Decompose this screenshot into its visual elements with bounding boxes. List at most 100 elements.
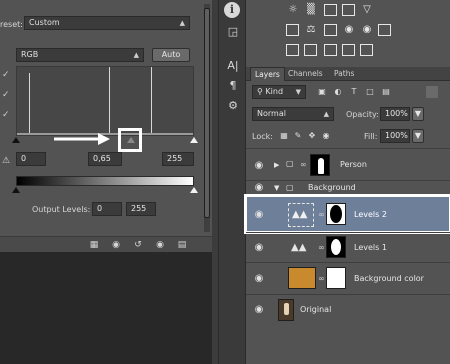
preset-select[interactable]: Custom ▲︎	[24, 16, 190, 30]
clip-to-layer-icon[interactable]: ▦	[88, 239, 100, 251]
link-icon: ∞	[318, 274, 325, 283]
folder-icon: ▢	[286, 183, 294, 192]
visibility-icon[interactable]: ◉	[154, 239, 166, 251]
photo-filter-icon[interactable]: ◉	[342, 24, 356, 36]
fill-dropdown[interactable]: ▼	[412, 129, 424, 143]
white-eyedropper-icon[interactable]: ✓	[2, 110, 10, 120]
image-thumbnail[interactable]	[278, 299, 294, 321]
visibility-eye-icon[interactable]: ◉	[252, 305, 266, 315]
callout-highlight-box	[118, 128, 142, 152]
input-black-slider[interactable]	[12, 137, 20, 143]
lock-position-icon[interactable]: ✥	[306, 130, 318, 142]
fill-color-thumbnail[interactable]	[288, 267, 316, 289]
visibility-eye-icon[interactable]: ◉	[252, 274, 266, 284]
layer-mask-thumbnail[interactable]	[326, 236, 346, 258]
clip-warning-icon: ⚠	[2, 156, 11, 166]
opacity-label: Opacity:	[346, 110, 379, 119]
layer-mask-thumbnail[interactable]	[326, 267, 346, 289]
reset-icon[interactable]: ↺	[132, 239, 144, 251]
black-white-icon[interactable]	[324, 24, 337, 36]
levels-adjustment-thumbnail[interactable]: ▲▲	[288, 237, 314, 259]
opacity-field[interactable]: 100%	[380, 107, 410, 121]
color-balance-icon[interactable]: ⚖	[304, 24, 318, 36]
paragraph-icon[interactable]: ¶	[224, 78, 242, 94]
visibility-eye-icon[interactable]: ◉	[252, 161, 266, 171]
visibility-eye-icon[interactable]: ◉	[252, 210, 266, 220]
mask-shape	[330, 205, 342, 223]
visibility-eye-icon[interactable]: ◉	[252, 183, 266, 193]
filter-kind-select[interactable]: ⚲ Kind ▼	[252, 85, 306, 99]
view-previous-icon[interactable]: ◉	[110, 239, 122, 251]
input-black-field[interactable]: 0	[16, 152, 46, 166]
folder-icon: ▢	[286, 159, 294, 168]
channel-select[interactable]: RGB ▲︎	[16, 48, 144, 62]
tool-presets-icon[interactable]: ⚙	[224, 98, 242, 114]
threshold-icon[interactable]	[324, 44, 337, 56]
exposure-icon[interactable]	[342, 4, 355, 16]
layer-name: Person	[340, 160, 367, 169]
black-eyedropper-icon[interactable]: ✓	[2, 70, 10, 80]
levels-adjustment-thumbnail[interactable]: ▲▲	[288, 203, 314, 227]
layer-row-original[interactable]: ◉ Original	[246, 294, 450, 324]
properties-scrollbar[interactable]	[204, 4, 210, 232]
canvas-area	[0, 252, 212, 364]
fill-field[interactable]: 100%	[380, 129, 410, 143]
expand-arrow-icon[interactable]: ▶	[274, 160, 279, 170]
scrollbar-thumb[interactable]	[204, 8, 210, 218]
blend-mode-select[interactable]: Normal ▲	[252, 107, 334, 121]
link-icon: ∞	[318, 210, 325, 219]
auto-button[interactable]: Auto	[152, 48, 190, 62]
layer-mask-thumbnail[interactable]	[310, 154, 330, 176]
input-white-field[interactable]: 255	[162, 152, 194, 166]
color-lookup-icon[interactable]	[378, 24, 391, 36]
input-gamma-field[interactable]: 0,65	[88, 152, 122, 166]
tab-channels[interactable]: Channels	[284, 67, 327, 81]
filter-smart-object-icon[interactable]: ▤	[380, 86, 392, 98]
posterize-icon[interactable]	[304, 44, 317, 56]
link-icon: ∞	[318, 243, 325, 252]
collapse-arrow-icon[interactable]: ▼	[274, 183, 279, 193]
layer-row-levels-2[interactable]: ◉ ▲▲ ∞ Levels 2	[244, 194, 450, 234]
filter-type-icon[interactable]: T	[348, 86, 360, 98]
trash-icon[interactable]: ▤	[176, 239, 188, 251]
gradient-map-icon[interactable]	[342, 44, 355, 56]
output-white-slider[interactable]	[190, 187, 198, 193]
tab-layers[interactable]: Layers	[250, 67, 285, 81]
levels-icon[interactable]: ▒	[304, 4, 318, 16]
selective-color-icon[interactable]	[360, 44, 373, 56]
opacity-dropdown[interactable]: ▼	[412, 107, 424, 121]
filter-toggle[interactable]	[426, 86, 438, 98]
layer-row-levels-1[interactable]: ◉ ▲▲ ∞ Levels 1	[246, 232, 450, 262]
output-black-slider[interactable]	[12, 187, 20, 193]
hue-saturation-icon[interactable]	[286, 24, 299, 36]
input-white-slider[interactable]	[190, 137, 198, 143]
properties-footer: ▦ ◉ ↺ ◉ ▤	[0, 236, 212, 252]
filter-pixel-icon[interactable]: ▣	[316, 86, 328, 98]
filter-kind-value: Kind	[265, 87, 284, 96]
curves-icon[interactable]	[324, 4, 337, 16]
visibility-eye-icon[interactable]: ◉	[252, 243, 266, 253]
filter-adjustment-icon[interactable]: ◐	[332, 86, 344, 98]
preset-value: Custom	[29, 18, 60, 27]
layer-row-person[interactable]: ◉ ▶ ▢ ∞ Person	[246, 148, 450, 180]
filter-shape-icon[interactable]: □	[364, 86, 376, 98]
character-icon[interactable]: A|	[224, 58, 242, 74]
lock-all-icon[interactable]: ◉	[320, 130, 332, 142]
lock-transparency-icon[interactable]: ▦	[278, 130, 290, 142]
histogram-spike	[29, 73, 30, 135]
gray-eyedropper-icon[interactable]: ✓	[2, 90, 10, 100]
layer-row-background-color[interactable]: ◉ ∞ Background color	[246, 262, 450, 294]
info-icon[interactable]: i	[224, 2, 240, 18]
adjustments-icon[interactable]: ◲	[224, 24, 242, 40]
tab-paths[interactable]: Paths	[330, 67, 358, 81]
channel-mixer-icon[interactable]: ◉	[360, 24, 374, 36]
layer-row-background-group[interactable]: ◉ ▼ ▢ Background	[246, 180, 450, 194]
chevron-down-icon: ▼	[295, 88, 301, 96]
layer-mask-thumbnail[interactable]	[326, 203, 346, 225]
brightness-icon[interactable]: ☼	[286, 4, 300, 16]
vibrance-icon[interactable]: ▽	[360, 4, 374, 16]
output-white-field[interactable]: 255	[126, 202, 156, 216]
output-black-field[interactable]: 0	[92, 202, 122, 216]
lock-pixels-icon[interactable]: ✎	[292, 130, 304, 142]
invert-icon[interactable]	[286, 44, 299, 56]
